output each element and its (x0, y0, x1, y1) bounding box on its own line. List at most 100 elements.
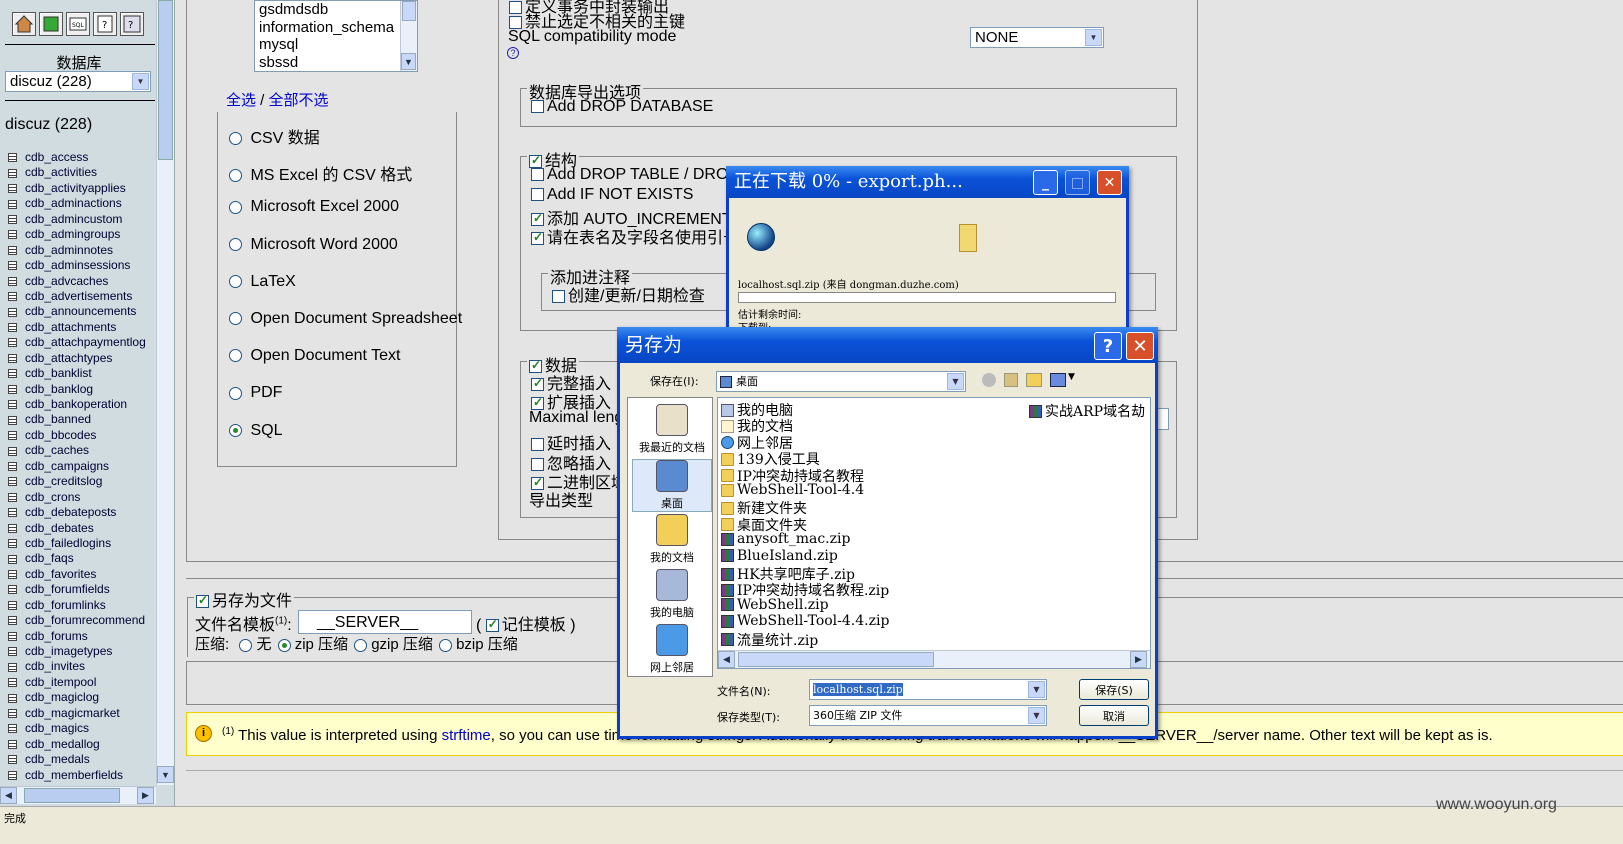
table-icon[interactable] (8, 307, 17, 317)
table-item[interactable]: cdb_magiclog (8, 690, 156, 705)
table-name[interactable]: cdb_magiclog (25, 690, 99, 705)
table-icon[interactable] (8, 199, 17, 209)
table-icon[interactable] (8, 600, 17, 610)
save-as-file-legend[interactable]: 另存为文件 (194, 587, 295, 611)
table-name[interactable]: cdb_magicmarket (25, 706, 120, 721)
format-option[interactable]: SQL (229, 422, 282, 440)
table-icon[interactable] (8, 678, 17, 688)
table-icon[interactable] (8, 400, 17, 410)
table-name[interactable]: cdb_adminsessions (25, 258, 130, 273)
save-in-select[interactable]: 桌面 ▼ (716, 371, 966, 392)
checkbox[interactable] (196, 593, 209, 609)
table-icon[interactable] (8, 724, 17, 734)
table-icon[interactable] (8, 492, 17, 502)
radio[interactable] (229, 423, 242, 437)
select-all-link[interactable]: 全选 (226, 92, 256, 109)
format-option[interactable]: Open Document Spreadsheet (229, 310, 462, 328)
back-icon[interactable] (982, 373, 996, 387)
file-item[interactable]: WebShell.zip (721, 597, 829, 613)
filetype-select[interactable]: 360压缩 ZIP 文件 ▼ (809, 705, 1047, 726)
table-name[interactable]: cdb_admincustom (25, 212, 122, 227)
table-name[interactable]: cdb_bbcodes (25, 428, 96, 443)
table-icon[interactable] (8, 770, 17, 780)
table-name[interactable]: cdb_activityapplies (25, 181, 126, 196)
table-icon[interactable] (8, 585, 17, 595)
table-item[interactable]: cdb_memberfields (8, 768, 156, 783)
strftime-link[interactable]: strftime (442, 727, 491, 744)
comments-option[interactable]: 创建/更新/日期检查 (552, 282, 705, 306)
file-item[interactable]: WebShell-Tool-4.4 (721, 482, 864, 498)
table-item[interactable]: cdb_debates (8, 521, 156, 536)
format-option[interactable]: LaTeX (229, 273, 296, 291)
table-item[interactable]: cdb_advertisements (8, 289, 156, 304)
radio[interactable] (229, 349, 242, 363)
save-button[interactable]: 保存(S) (1079, 679, 1149, 700)
compression-option[interactable]: 无 (239, 636, 272, 653)
table-name[interactable]: cdb_medallog (25, 737, 100, 752)
table-name[interactable]: cdb_attachtypes (25, 351, 112, 366)
radio[interactable] (354, 638, 368, 652)
table-item[interactable]: cdb_favorites (8, 567, 156, 582)
radio[interactable] (229, 275, 242, 289)
database-option[interactable]: mysql (259, 36, 417, 54)
scroll-thumb[interactable] (738, 652, 934, 667)
compat-mode-select[interactable]: NONE ▼ (970, 27, 1104, 48)
table-item[interactable]: cdb_forumrecommend (8, 613, 156, 628)
compression-option[interactable]: bzip 压缩 (438, 636, 518, 653)
query-window-icon[interactable]: ? (120, 12, 144, 36)
table-item[interactable]: cdb_creditslog (8, 474, 156, 489)
help-icon[interactable]: ? (507, 47, 519, 59)
scroll-down-icon[interactable]: ▼ (401, 53, 416, 70)
table-name[interactable]: cdb_activities (25, 165, 97, 180)
help-doc-icon[interactable]: ? (93, 12, 117, 36)
table-icon[interactable] (8, 631, 17, 641)
table-icon[interactable] (8, 477, 17, 487)
table-name[interactable]: cdb_admingroups (25, 227, 120, 242)
exit-icon[interactable] (39, 12, 63, 36)
close-icon[interactable]: ✕ (1126, 332, 1154, 360)
database-option[interactable]: sbssd (259, 54, 417, 72)
table-item[interactable]: cdb_announcements (8, 304, 156, 319)
table-icon[interactable] (8, 539, 17, 549)
table-icon[interactable] (8, 508, 17, 518)
radio[interactable] (229, 386, 242, 400)
table-icon[interactable] (8, 230, 17, 240)
up-folder-icon[interactable] (1004, 373, 1018, 387)
table-name[interactable]: cdb_caches (25, 443, 89, 458)
cancel-button[interactable]: 取消 (1079, 705, 1149, 726)
chevron-down-icon[interactable]: ▼ (132, 73, 149, 90)
table-icon[interactable] (8, 662, 17, 672)
file-item[interactable]: 实战ARP域名劫 (1029, 401, 1145, 421)
table-name[interactable]: cdb_crons (25, 490, 80, 505)
table-item[interactable]: cdb_caches (8, 443, 156, 458)
table-name[interactable]: cdb_failedlogins (25, 536, 111, 551)
help-icon[interactable]: ? (1094, 332, 1122, 360)
table-item[interactable]: cdb_magicmarket (8, 706, 156, 721)
table-icon[interactable] (8, 415, 17, 425)
table-icon[interactable] (8, 384, 17, 394)
sql-query-icon[interactable]: SQL (66, 12, 90, 36)
table-name[interactable]: cdb_access (25, 150, 88, 165)
table-item[interactable]: cdb_adminnotes (8, 243, 156, 258)
scroll-thumb[interactable] (158, 0, 173, 160)
table-name[interactable]: cdb_forumlinks (25, 598, 106, 613)
minimize-icon[interactable]: _ (1033, 170, 1058, 195)
table-item[interactable]: cdb_forumlinks (8, 598, 156, 613)
scroll-down-icon[interactable]: ▼ (157, 766, 174, 783)
scroll-left-icon[interactable]: ◀ (718, 651, 735, 668)
table-item[interactable]: cdb_magics (8, 721, 156, 736)
if-not-exists-option[interactable]: Add IF NOT EXISTS (531, 186, 693, 204)
chevron-down-icon[interactable]: ▼ (1068, 372, 1075, 382)
format-option[interactable]: Open Document Text (229, 347, 400, 365)
table-icon[interactable] (8, 570, 17, 580)
table-item[interactable]: cdb_imagetypes (8, 644, 156, 659)
checkbox[interactable] (531, 188, 544, 202)
file-list-scrollbar[interactable]: ◀ ▶ (718, 650, 1150, 668)
format-option[interactable]: Microsoft Excel 2000 (229, 198, 399, 216)
table-name[interactable]: cdb_medals (25, 752, 90, 767)
deselect-all-link[interactable]: 全部不选 (269, 92, 329, 109)
format-option[interactable]: CSV 数据 (229, 124, 320, 148)
radio[interactable] (229, 169, 242, 183)
file-list[interactable]: 我的电脑 我的文档 网上邻居 139入侵工具 IP冲突劫持域名教程 WebShell-To… (717, 397, 1151, 669)
scroll-thumb[interactable] (402, 1, 416, 21)
